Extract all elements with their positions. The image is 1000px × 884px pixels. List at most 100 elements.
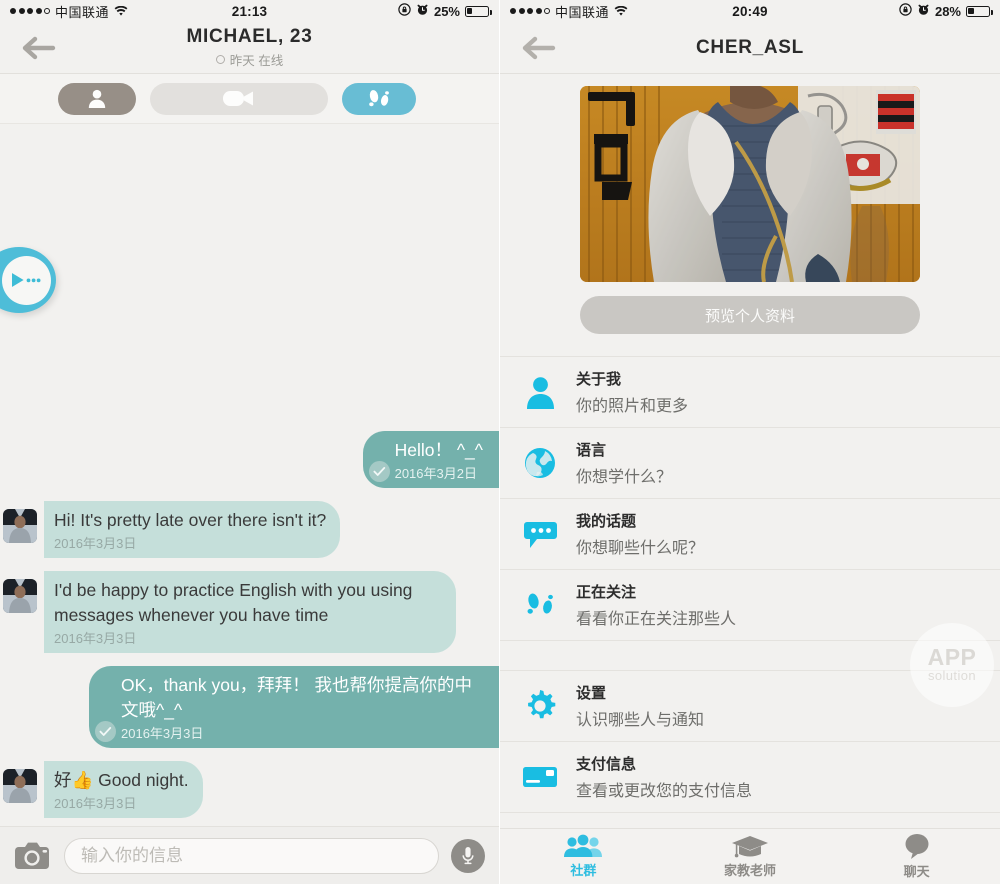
- list-item-title: 正在关注: [576, 584, 637, 601]
- list-item-text: 支付信息 查看或更改您的支付信息: [576, 753, 752, 801]
- segment-footprint-button[interactable]: [342, 82, 416, 115]
- tab-tutors[interactable]: 家教老师: [667, 829, 834, 884]
- battery-icon: [465, 5, 492, 17]
- people-group-icon: [564, 834, 603, 857]
- footprints-icon: [369, 89, 389, 106]
- rotation-lock-icon: [899, 3, 912, 19]
- read-receipt-check-icon: [95, 721, 116, 742]
- list-item-subtitle: 你想聊些什么呢？: [576, 540, 705, 557]
- dual-phone-screenshot: 中国联通 21:13 25% MICHAEL, 23 昨天 在线 Hello！ …: [0, 0, 1000, 884]
- list-item[interactable]: 关于我 你的照片和更多: [500, 357, 1000, 428]
- list-item[interactable]: 支付信息 查看或更改您的支付信息: [500, 742, 1000, 813]
- battery-icon: [966, 5, 993, 17]
- list-item[interactable]: 正在关注 看看你正在关注那些人: [500, 570, 1000, 641]
- back-arrow-icon[interactable]: [522, 35, 558, 61]
- list-item[interactable]: 语言 你想学什么？: [500, 428, 1000, 499]
- message-input-bar: [0, 826, 499, 884]
- avatar[interactable]: [3, 579, 37, 613]
- mode-segment-row: [0, 74, 499, 124]
- page-title: CHER_ASL: [695, 36, 804, 58]
- list-item-subtitle: 认识哪些人与通知: [576, 712, 705, 729]
- list-item-subtitle: 看看你正在关注那些人: [576, 611, 737, 628]
- chat-message-area[interactable]: Hello！ ^_^ 2016年3月2日 Hi! It's pretty lat…: [0, 125, 499, 826]
- online-status-label: 昨天 在线: [229, 54, 284, 68]
- list-section-gap: [500, 641, 1000, 671]
- page-title: MICHAEL, 23: [186, 26, 313, 47]
- list-item-text: 正在关注 看看你正在关注那些人: [576, 581, 736, 629]
- list-item-subtitle: 你想学什么？: [576, 469, 673, 486]
- right-status-bar: 中国联通 20:49 28%: [500, 0, 1000, 22]
- message-list: Hello！ ^_^ 2016年3月2日 Hi! It's pretty lat…: [0, 431, 499, 826]
- message-row: 好👍 Good night. 2016年3月3日: [0, 761, 499, 818]
- chat-bubble-icon: [905, 834, 929, 859]
- person-icon: [88, 89, 106, 108]
- left-status-bar: 中国联通 21:13 25%: [0, 0, 499, 22]
- tab-community[interactable]: 社群: [500, 829, 667, 884]
- segment-video-button[interactable]: [150, 82, 328, 115]
- credit-card-icon: [520, 765, 560, 789]
- left-nav-titles: MICHAEL, 23 昨天 在线: [0, 26, 499, 69]
- list-item-text: 语言 你想学什么？: [576, 439, 672, 487]
- left-nav-bar: MICHAEL, 23 昨天 在线: [0, 22, 499, 74]
- list-item-title: 支付信息: [576, 756, 637, 773]
- avatar[interactable]: [3, 769, 37, 803]
- status-bar-right: 25%: [398, 3, 492, 19]
- camera-icon[interactable]: [14, 841, 52, 871]
- footprints-icon: [520, 590, 560, 620]
- incoming-bubble[interactable]: Hi! It's pretty late over there isn't it…: [44, 501, 341, 558]
- message-row: Hi! It's pretty late over there isn't it…: [0, 501, 499, 558]
- list-item[interactable]: 我的话题 你想聊些什么呢？: [500, 499, 1000, 570]
- list-item-title: 我的话题: [576, 513, 637, 530]
- right-phone-profile-screen: 中国联通 20:49 28% CHER_ASL 预览个人资料 关于我 你的照片和…: [500, 0, 1000, 884]
- graduation-cap-icon: [732, 836, 768, 858]
- list-item-subtitle: 你的照片和更多: [576, 398, 689, 415]
- read-receipt-check-icon: [368, 461, 390, 482]
- bottom-tab-bar: 社群 家教老师 聊天: [500, 828, 1000, 884]
- incoming-bubble[interactable]: 好👍 Good night. 2016年3月3日: [44, 761, 203, 818]
- speech-bubble-icon: [520, 519, 560, 549]
- incoming-bubble[interactable]: I'd be happy to practice English with yo…: [44, 571, 456, 653]
- profile-photo-section: 预览个人资料: [500, 74, 1000, 334]
- segment-profile-button[interactable]: [58, 82, 136, 115]
- floating-chat-badge[interactable]: [0, 247, 56, 313]
- settings-list: 关于我 你的照片和更多 语言 你想学什么？ 我的话题 你想聊些什么呢？ 正在关注…: [500, 356, 1000, 813]
- back-arrow-icon[interactable]: [22, 35, 58, 61]
- preview-profile-button[interactable]: 预览个人资料: [580, 296, 920, 334]
- online-status: 昨天 在线: [0, 50, 499, 69]
- profile-photo[interactable]: [580, 86, 920, 282]
- outgoing-bubble[interactable]: OK，thank you，拜拜！ 我也帮你提高你的中文哦^_^ 2016年3月3…: [89, 666, 499, 748]
- message-row: I'd be happy to practice English with yo…: [0, 571, 499, 653]
- tab-chat[interactable]: 聊天: [833, 829, 1000, 884]
- message-time: 2016年3月3日: [54, 631, 137, 646]
- list-item[interactable]: 设置 认识哪些人与通知: [500, 671, 1000, 742]
- outgoing-bubble[interactable]: Hello！ ^_^ 2016年3月2日: [362, 431, 499, 488]
- message-text: Hello！ ^_^: [394, 440, 483, 460]
- right-nav-bar: CHER_ASL: [500, 22, 1000, 74]
- gear-icon: [520, 690, 560, 722]
- microphone-icon[interactable]: [451, 838, 485, 873]
- list-item-text: 关于我 你的照片和更多: [576, 368, 688, 416]
- status-ring-icon: [215, 55, 225, 64]
- message-time: 2016年3月3日: [54, 796, 137, 811]
- list-item-title: 设置: [576, 685, 607, 702]
- message-row: Hello！ ^_^ 2016年3月2日: [0, 431, 499, 488]
- search-input[interactable]: [64, 837, 439, 874]
- pacman-chat-icon: [1, 255, 51, 305]
- tab-label: 社群: [570, 863, 597, 878]
- list-item-title: 关于我: [576, 371, 622, 388]
- list-item-text: 设置 认识哪些人与通知: [576, 682, 704, 730]
- list-item-text: 我的话题 你想聊些什么呢？: [576, 510, 704, 558]
- rotation-lock-icon: [398, 3, 411, 19]
- left-phone-chat-screen: 中国联通 21:13 25% MICHAEL, 23 昨天 在线 Hello！ …: [0, 0, 500, 884]
- person-icon: [520, 376, 560, 409]
- video-camera-icon: [223, 91, 253, 106]
- tab-label: 家教老师: [724, 863, 777, 878]
- message-text: Hi! It's pretty late over there isn't it…: [54, 510, 327, 530]
- avatar[interactable]: [3, 509, 37, 543]
- list-item-subtitle: 查看或更改您的支付信息: [576, 783, 753, 800]
- status-bar-right: 28%: [899, 3, 993, 19]
- battery-percent-label: 25%: [433, 3, 460, 19]
- message-text: I'd be happy to practice English with yo…: [54, 580, 418, 625]
- message-time: 2016年3月3日: [121, 726, 204, 741]
- message-text: OK，thank you，拜拜！ 我也帮你提高你的中文哦^_^: [121, 675, 473, 720]
